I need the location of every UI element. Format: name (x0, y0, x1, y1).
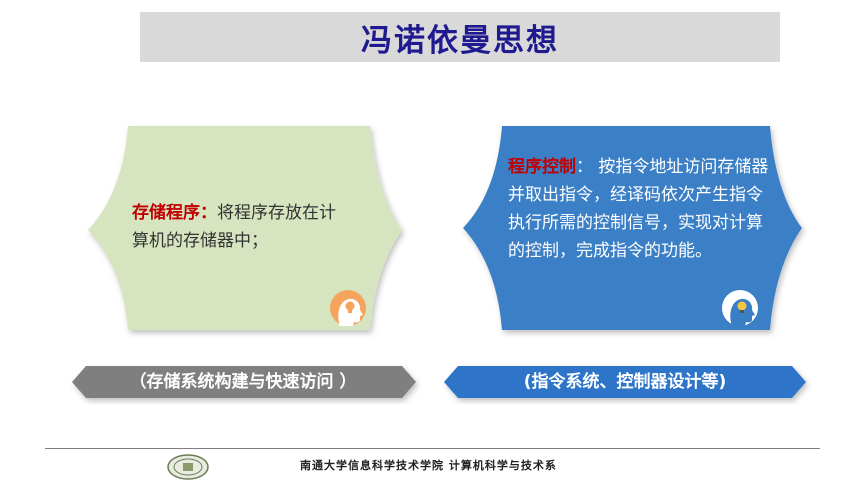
left-card-colon: ： (200, 203, 217, 223)
right-card-keyword: 程序控制 (508, 157, 576, 177)
footer-divider (45, 448, 820, 449)
right-card-colon: ： (576, 157, 593, 177)
left-card-keyword: 存储程序 (132, 203, 200, 223)
right-card-text: 程序控制： 按指令地址访问存储器并取出指令，经译码依次产生指令执行所需的控制信号… (508, 153, 778, 265)
left-banner-label: （存储系统构建与快速访问 ） (129, 372, 357, 392)
footer-text: 南通大学信息科学技术学院 计算机科学与技术系 (300, 459, 557, 472)
right-banner-label: (指令系统、控制器设计等) (523, 372, 727, 392)
left-card-text: 存储程序：将程序存放在计算机的存储器中； (132, 199, 352, 255)
university-logo (167, 454, 209, 480)
idea-head-icon (330, 290, 366, 326)
idea-head-icon (722, 290, 758, 326)
